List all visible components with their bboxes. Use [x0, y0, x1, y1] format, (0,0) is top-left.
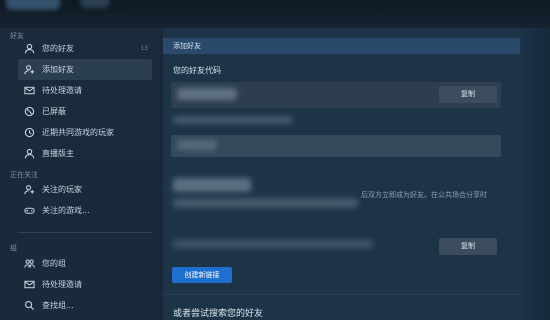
- sidebar-item-label: 直播版主: [42, 149, 74, 158]
- sidebar-item-pending-invites[interactable]: 待处理邀请: [18, 80, 152, 101]
- invite-link-value: [173, 240, 373, 248]
- avatar[interactable]: [6, 0, 60, 10]
- sidebar-item-label: 待处理邀请: [42, 280, 82, 289]
- blurred-heading: [173, 178, 251, 192]
- search-icon: [22, 299, 36, 313]
- main-panel: 添加好友 您的好友代码 复制 后双方立即成为好友。在公共场合分享时 复制 创建新…: [163, 28, 550, 320]
- sidebar-item-blocked[interactable]: 已屏蔽: [18, 101, 152, 122]
- friend-code-input[interactable]: [171, 135, 501, 157]
- window-edge: [520, 28, 550, 320]
- top-menu-item[interactable]: [80, 0, 110, 8]
- sidebar-item-label: 关注的玩家: [42, 185, 82, 194]
- search-friends-heading: 或者尝试搜索您的好友: [173, 309, 264, 319]
- sidebar-item-label: 关注的游戏...: [42, 206, 90, 215]
- friend-code-value: [177, 88, 237, 100]
- mail-icon: [22, 278, 36, 292]
- blurred-description: [173, 198, 358, 208]
- divider: [18, 232, 152, 233]
- section-header-groups: 组: [10, 244, 17, 252]
- sidebar-item-your-friends[interactable]: 您的好友 13: [18, 38, 152, 59]
- sidebar: 好友 您的好友 13 添加好友 待处理邀请 已屏蔽 近期共同游戏的玩家 直播版主…: [0, 28, 160, 320]
- friend-code-label: 您的好友代码: [173, 66, 221, 75]
- person-icon: [22, 147, 36, 161]
- person-icon: [22, 42, 36, 56]
- block-icon: [22, 105, 36, 119]
- add-person-icon: [22, 183, 36, 197]
- sidebar-item-followed-games[interactable]: 关注的游戏...: [18, 200, 152, 221]
- create-new-link-button[interactable]: 创建新链接: [172, 267, 232, 283]
- sidebar-item-label: 待处理邀请: [42, 86, 82, 95]
- top-bar: [0, 0, 550, 28]
- divider: [163, 294, 550, 295]
- mail-icon: [22, 84, 36, 98]
- clock-icon: [22, 126, 36, 140]
- sidebar-item-label: 查找组...: [42, 301, 74, 310]
- sidebar-item-label: 您的组: [42, 259, 66, 268]
- page-title: 添加好友: [163, 38, 550, 54]
- add-person-icon: [22, 63, 36, 77]
- input-placeholder: [177, 140, 217, 150]
- sidebar-item-label: 您的好友: [42, 44, 74, 53]
- friend-count: 13: [140, 45, 148, 52]
- gamepad-icon: [22, 204, 36, 218]
- sidebar-item-recent-players[interactable]: 近期共同游戏的玩家: [18, 122, 152, 143]
- sidebar-item-label: 已屏蔽: [42, 107, 66, 116]
- sidebar-item-label: 添加好友: [42, 65, 74, 74]
- group-icon: [22, 257, 36, 271]
- sidebar-item-label: 近期共同游戏的玩家: [42, 128, 114, 137]
- sidebar-item-stream-moderators[interactable]: 直播版主: [18, 143, 152, 164]
- sidebar-item-add-friend[interactable]: 添加好友: [18, 59, 152, 80]
- sidebar-item-group-invites[interactable]: 待处理邀请: [18, 274, 152, 295]
- invite-link-note: 后双方立即成为好友。在公共场合分享时: [361, 191, 487, 199]
- sidebar-item-find-groups[interactable]: 查找组...: [18, 295, 152, 316]
- sidebar-item-your-groups[interactable]: 您的组: [18, 253, 152, 274]
- copy-code-button[interactable]: 复制: [439, 86, 497, 103]
- copy-link-button[interactable]: 复制: [439, 238, 497, 255]
- sidebar-item-followed-players[interactable]: 关注的玩家: [18, 179, 152, 200]
- blurred-label: [173, 116, 293, 124]
